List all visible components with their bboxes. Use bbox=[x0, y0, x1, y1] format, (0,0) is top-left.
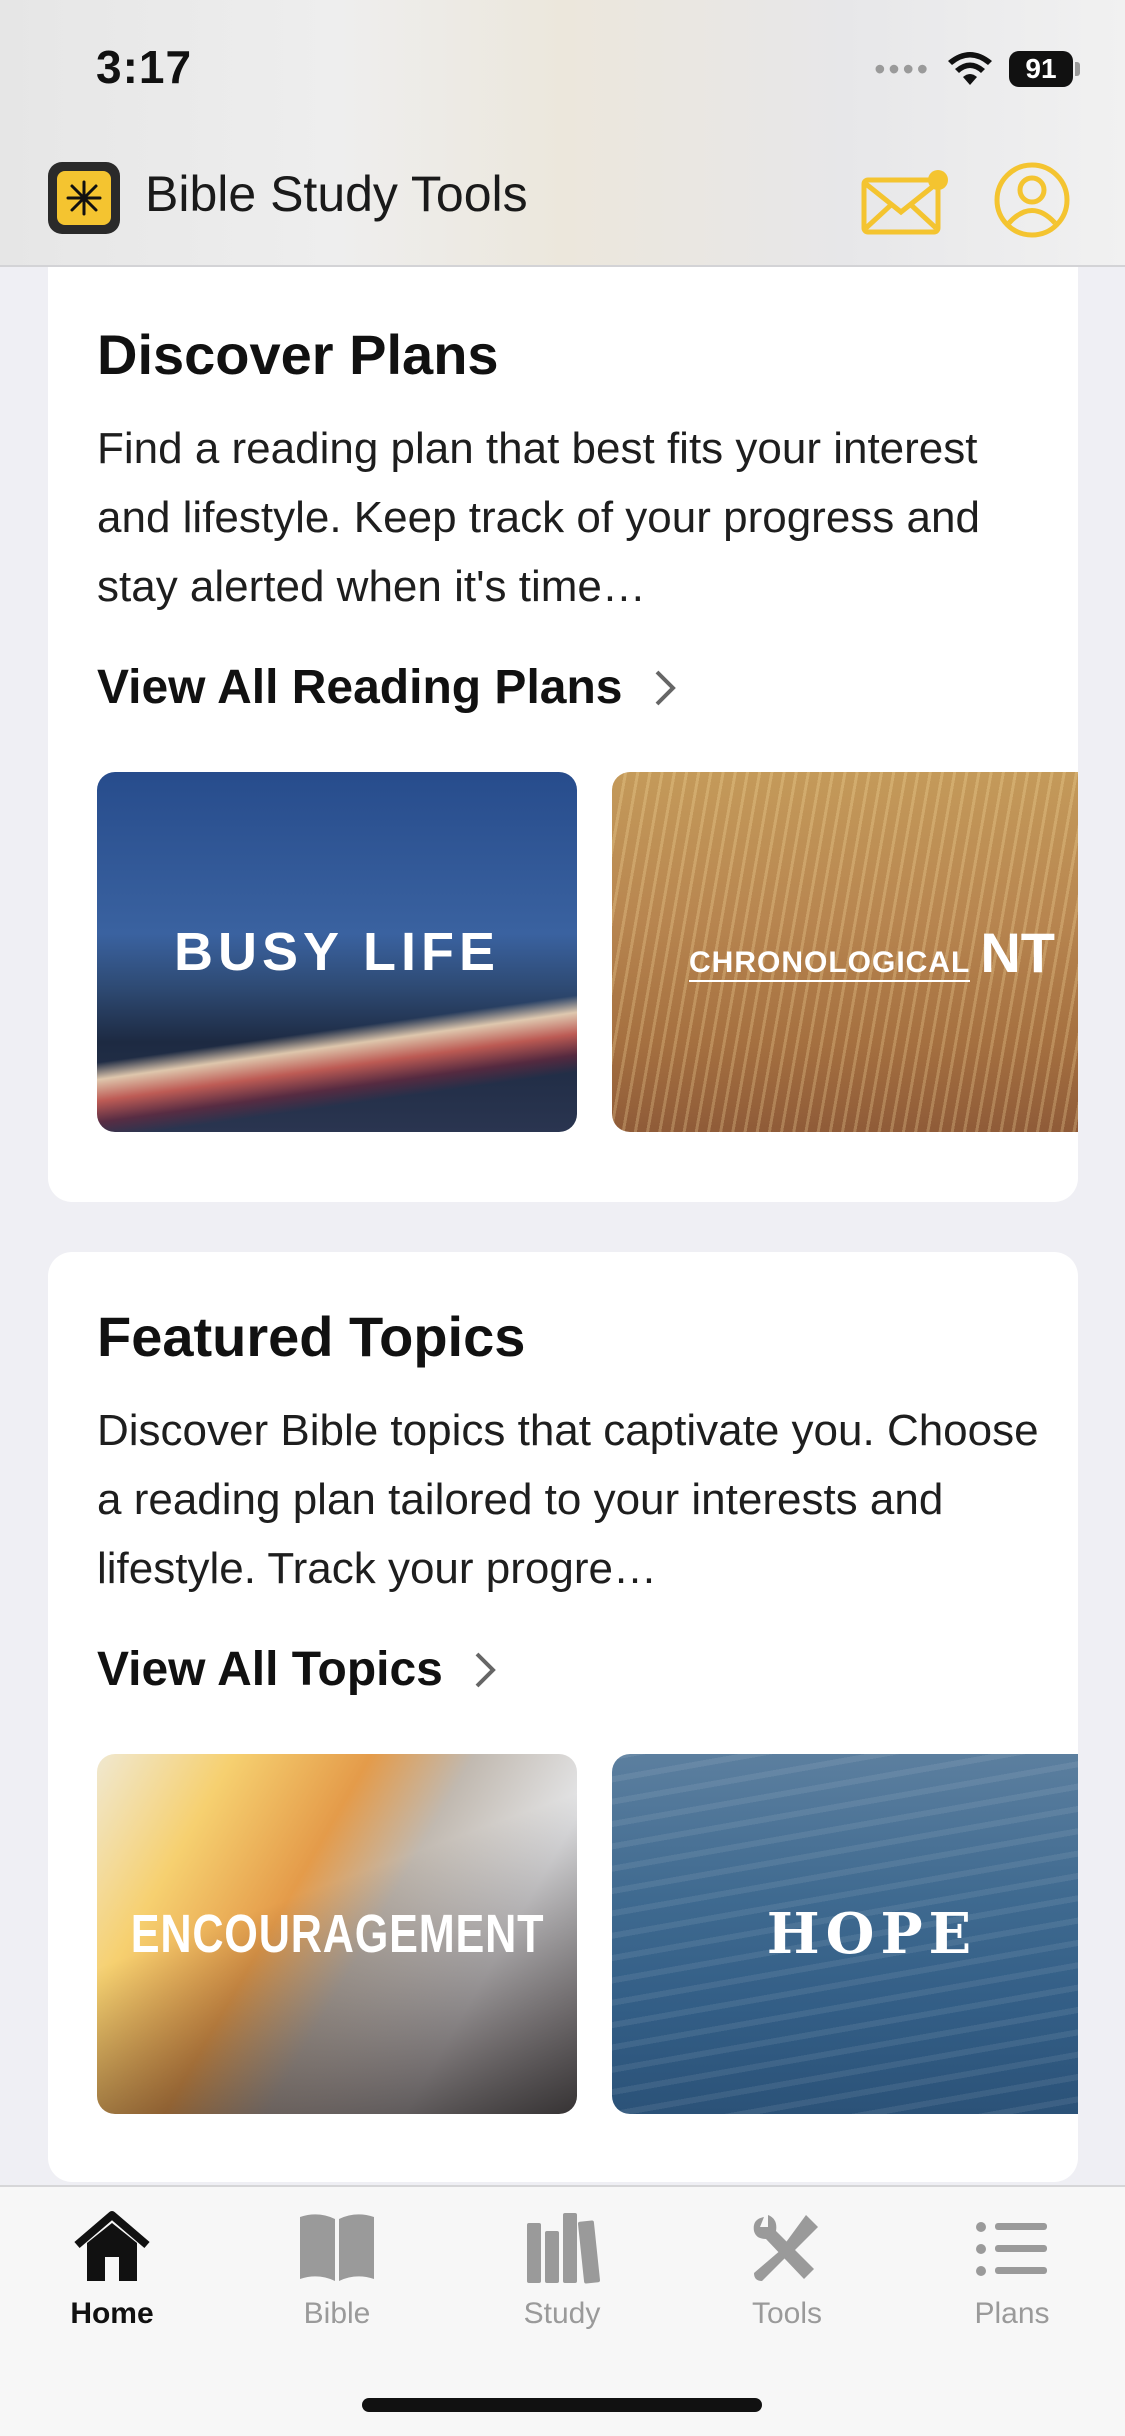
plan-card-busy-life[interactable]: BUSY LIFE bbox=[97, 772, 577, 1132]
tab-tools[interactable]: Tools bbox=[707, 2207, 867, 2347]
tab-study-label: Study bbox=[523, 2297, 601, 2330]
header-bar: 3:17 •••• 91 Bible Study Tools bbox=[0, 0, 1125, 267]
tab-bible-label: Bible bbox=[303, 2297, 371, 2330]
user-icon bbox=[994, 162, 1070, 238]
home-indicator bbox=[362, 2398, 762, 2412]
battery-indicator: 91 bbox=[1009, 51, 1073, 87]
topic-card-encouragement[interactable]: ENCOURAGEMENT bbox=[97, 1754, 577, 2114]
view-all-reading-plans-label: View All Reading Plans bbox=[97, 661, 623, 714]
plan-card-busy-life-label: BUSY LIFE bbox=[173, 922, 501, 982]
bible-icon bbox=[300, 2214, 374, 2281]
tab-plans[interactable]: Plans bbox=[932, 2207, 1092, 2347]
plans-icon bbox=[976, 2222, 1047, 2276]
app-title: Bible Study Tools bbox=[145, 166, 528, 222]
discover-plans-title: Discover Plans bbox=[97, 323, 499, 386]
app-logo bbox=[48, 162, 120, 234]
tools-icon bbox=[753, 2215, 818, 2281]
featured-topics-title: Featured Topics bbox=[97, 1305, 526, 1368]
chevron-right-icon bbox=[655, 670, 676, 705]
plan-card-chronological-nt-label: CHRONOLOGICAL NT bbox=[689, 920, 1055, 984]
discover-plans-description: Find a reading plan that best fits your … bbox=[97, 424, 980, 611]
tab-home[interactable]: Home bbox=[32, 2207, 192, 2347]
plan-card-chronological-nt[interactable]: CHRONOLOGICAL NT bbox=[612, 772, 1078, 1132]
wifi-icon bbox=[948, 52, 992, 85]
tab-bible[interactable]: Bible bbox=[257, 2207, 417, 2347]
sunburst-icon bbox=[66, 180, 102, 216]
topic-card-hope[interactable]: HOPE bbox=[612, 1754, 1078, 2114]
status-indicators: •••• 91 bbox=[874, 44, 1080, 94]
cellular-signal-icon: •••• bbox=[874, 50, 931, 87]
tab-tools-label: Tools bbox=[751, 2297, 823, 2330]
chevron-right-icon bbox=[475, 1652, 496, 1687]
screen: 3:17 •••• 91 Bible Study Tools Discover … bbox=[0, 0, 1125, 2436]
home-icon bbox=[74, 2211, 150, 2281]
view-all-topics-link[interactable]: View All Topics bbox=[97, 1642, 497, 1697]
discover-plans-card: Discover Plans Find a reading plan that … bbox=[48, 240, 1078, 1202]
view-all-reading-plans-link[interactable]: View All Reading Plans bbox=[97, 660, 677, 715]
featured-topics-card: Featured Topics Discover Bible topics th… bbox=[48, 1252, 1078, 2182]
mail-icon bbox=[861, 170, 948, 235]
status-time: 3:17 bbox=[96, 41, 193, 93]
view-all-topics-label: View All Topics bbox=[97, 1643, 443, 1696]
battery-tip bbox=[1075, 62, 1080, 76]
featured-topics-description: Discover Bible topics that captivate you… bbox=[97, 1406, 1039, 1593]
topic-card-encouragement-label: ENCOURAGEMENT bbox=[130, 1904, 544, 1964]
tab-plans-label: Plans bbox=[974, 2297, 1050, 2330]
study-icon bbox=[527, 2213, 600, 2284]
app-logo-mark bbox=[57, 171, 111, 225]
topic-card-hope-label: HOPE bbox=[766, 1901, 978, 1967]
profile-button[interactable] bbox=[992, 160, 1072, 240]
tab-home-label: Home bbox=[70, 2297, 154, 2330]
tab-study[interactable]: Study bbox=[482, 2207, 642, 2347]
messages-button[interactable] bbox=[860, 168, 950, 238]
